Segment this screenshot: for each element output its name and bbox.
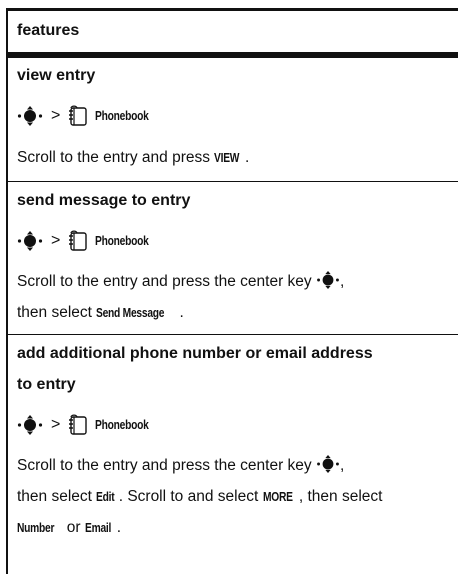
desc-text: or (62, 519, 85, 536)
send-message-label: Send Message (96, 306, 165, 320)
phonebook-menu-label: Phonebook (95, 418, 149, 432)
nav-path: > Phonebook (17, 104, 161, 128)
phonebook-menu-label: Phonebook (95, 234, 149, 248)
view-key-label: VIEW (214, 151, 240, 165)
phonebook-icon (69, 105, 88, 126)
section-desc-line1: Scroll to the entry and press the center… (17, 455, 344, 476)
section-desc-line2: then select Edit. Scroll to and select M… (17, 486, 382, 508)
section-title-send-message: send message to entry (17, 192, 191, 209)
navigation-key-icon (17, 415, 43, 435)
section-divider (6, 334, 458, 335)
section-desc-line2: then select Send Message. (17, 302, 184, 324)
section-divider (6, 181, 458, 182)
section-title-add-number: add additional phone number or email add… (17, 345, 373, 362)
desc-text: Scroll to the entry and press the center… (17, 273, 312, 290)
desc-text: then select (17, 488, 97, 505)
desc-end: . (179, 304, 184, 321)
edit-label: Edit (96, 490, 115, 504)
desc-end: , (339, 457, 345, 474)
desc-text: Scroll to the entry and press the center… (17, 457, 312, 474)
phonebook-icon (69, 414, 88, 435)
more-label: MORE (262, 490, 293, 504)
desc-text: then select (17, 304, 97, 321)
left-border (6, 8, 8, 574)
desc-text: Scroll to the entry and press (17, 149, 215, 166)
nav-path: > Phonebook (17, 229, 161, 253)
navigation-key-icon (17, 106, 43, 126)
desc-end: . (116, 519, 122, 536)
navigation-key-icon (17, 231, 43, 251)
path-separator: > (51, 416, 61, 433)
center-key-icon (317, 271, 339, 289)
section-title-view-entry: view entry (17, 67, 96, 84)
phonebook-menu-label: Phonebook (95, 109, 149, 123)
table-header: features (17, 22, 80, 39)
section-desc-line3: Number or Email. (17, 517, 121, 539)
phonebook-icon (69, 230, 88, 251)
feature-table: features view entry > Phonebook Scroll t… (6, 8, 458, 574)
section-title-add-number-cont: to entry (17, 376, 76, 393)
nav-path: > Phonebook (17, 413, 161, 437)
path-separator: > (51, 107, 61, 124)
desc-text: . Scroll to and select (118, 488, 263, 505)
center-key-icon (317, 455, 339, 473)
number-label: Number (17, 521, 55, 535)
section-desc: Scroll to the entry and press VIEW. (17, 147, 249, 169)
path-separator: > (51, 232, 61, 249)
section-desc-line1: Scroll to the entry and press the center… (17, 271, 344, 292)
email-label: Email (84, 521, 111, 535)
desc-end: . (245, 149, 250, 166)
header-rule (6, 52, 458, 58)
desc-end: , (339, 273, 345, 290)
desc-text: , then select (298, 488, 383, 505)
